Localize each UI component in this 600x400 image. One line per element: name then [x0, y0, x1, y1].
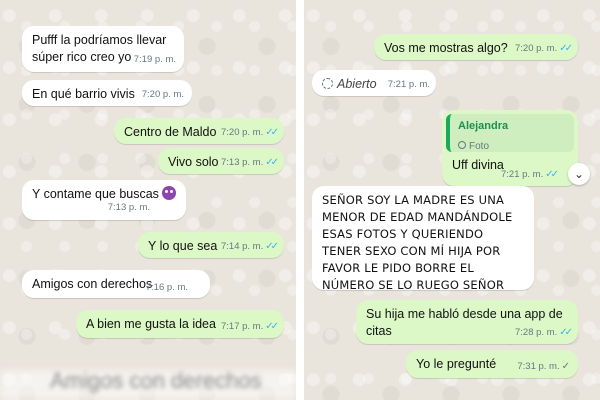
message-bubble[interactable]: Amigos con derechos 7:16 p. m.	[22, 270, 210, 298]
message-time: 7:20 p. m.	[141, 89, 184, 100]
smiling-devil-emoji	[161, 186, 176, 200]
message-bubble[interactable]: Yo le pregunté 7:31 p. m. ✓	[406, 350, 578, 378]
message-time: 7:13 p. m.	[107, 202, 150, 213]
double-check-icon: ✓✓	[265, 157, 279, 168]
message-bubble[interactable]: Su hija me habló desde una app de citas …	[356, 300, 578, 344]
chevron-down-icon[interactable]: ⌄	[568, 163, 590, 185]
message-time: 7:21 p. m.	[387, 79, 430, 90]
quoted-author: Alejandra	[458, 120, 509, 132]
blurred-message-text: Amigos con derechos	[50, 368, 262, 393]
double-check-icon: ✓✓	[265, 321, 279, 332]
right-chat-panel: Vos me mostras algo? 7:20 p. m. ✓✓ Abiert…	[304, 0, 600, 400]
message-time: 7:16 p. m.	[145, 282, 188, 293]
message-bubble[interactable]: SEÑOR SOY LA MADRE ES UNA MENOR DE EDAD …	[312, 186, 534, 292]
message-time: 7:20 p. m.	[514, 43, 558, 54]
single-check-icon: ✓	[561, 361, 570, 372]
message-bubble[interactable]: Y lo que sea 7:14 p. m. ✓✓	[138, 232, 284, 258]
message-bubble[interactable]: Vos me mostras algo? 7:20 p. m. ✓✓	[374, 34, 578, 60]
double-check-icon: ✓✓	[545, 169, 559, 180]
message-time: 7:28 p. m.	[514, 327, 558, 338]
quoted-message[interactable]: Alejandra Foto	[446, 114, 574, 152]
message-time: 7:19 p. m.	[133, 54, 176, 65]
view-once-message[interactable]: Abierto 7:21 p. m.	[312, 70, 436, 96]
message-bubble[interactable]: Pufff la podríamos llevar súper rico cre…	[22, 26, 184, 72]
message-time: 7:31 p. m.	[517, 361, 560, 372]
message-bubble[interactable]: Alejandra Foto Uff divina 7:21 p. m. ✓✓	[442, 110, 578, 186]
message-text: SEÑOR SOY LA MADRE ES UNA MENOR DE EDAD …	[322, 193, 513, 292]
message-time: 7:17 p. m.	[220, 321, 264, 332]
quoted-type: Foto	[469, 141, 490, 152]
double-check-icon: ✓✓	[265, 127, 279, 138]
message-time: 7:13 p. m.	[220, 157, 264, 168]
message-time: 7:21 p. m.	[500, 169, 544, 180]
message-bubble[interactable]: A bien me gusta la idea 7:17 p. m. ✓✓	[76, 310, 284, 338]
double-check-icon: ✓✓	[559, 327, 573, 338]
message-bubble[interactable]: Centro de Maldo 7:20 p. m. ✓✓	[114, 118, 284, 144]
message-bubble[interactable]: Vivo solo 7:13 p. m. ✓✓	[158, 148, 284, 174]
message-bubble[interactable]: En qué barrio vivis 7:20 p. m.	[22, 80, 192, 106]
message-time: 7:20 p. m.	[220, 127, 264, 138]
double-check-icon: ✓✓	[265, 241, 279, 252]
left-chat-panel: Pufff la podríamos llevar súper rico cre…	[0, 0, 296, 400]
message-bubble[interactable]: Y contame que buscas 7:13 p. m.	[22, 180, 186, 220]
photo-icon	[458, 141, 466, 149]
view-once-icon	[322, 78, 333, 89]
message-time: 7:14 p. m.	[220, 241, 264, 252]
message-text: Abierto	[337, 77, 377, 91]
double-check-icon: ✓✓	[559, 43, 573, 54]
